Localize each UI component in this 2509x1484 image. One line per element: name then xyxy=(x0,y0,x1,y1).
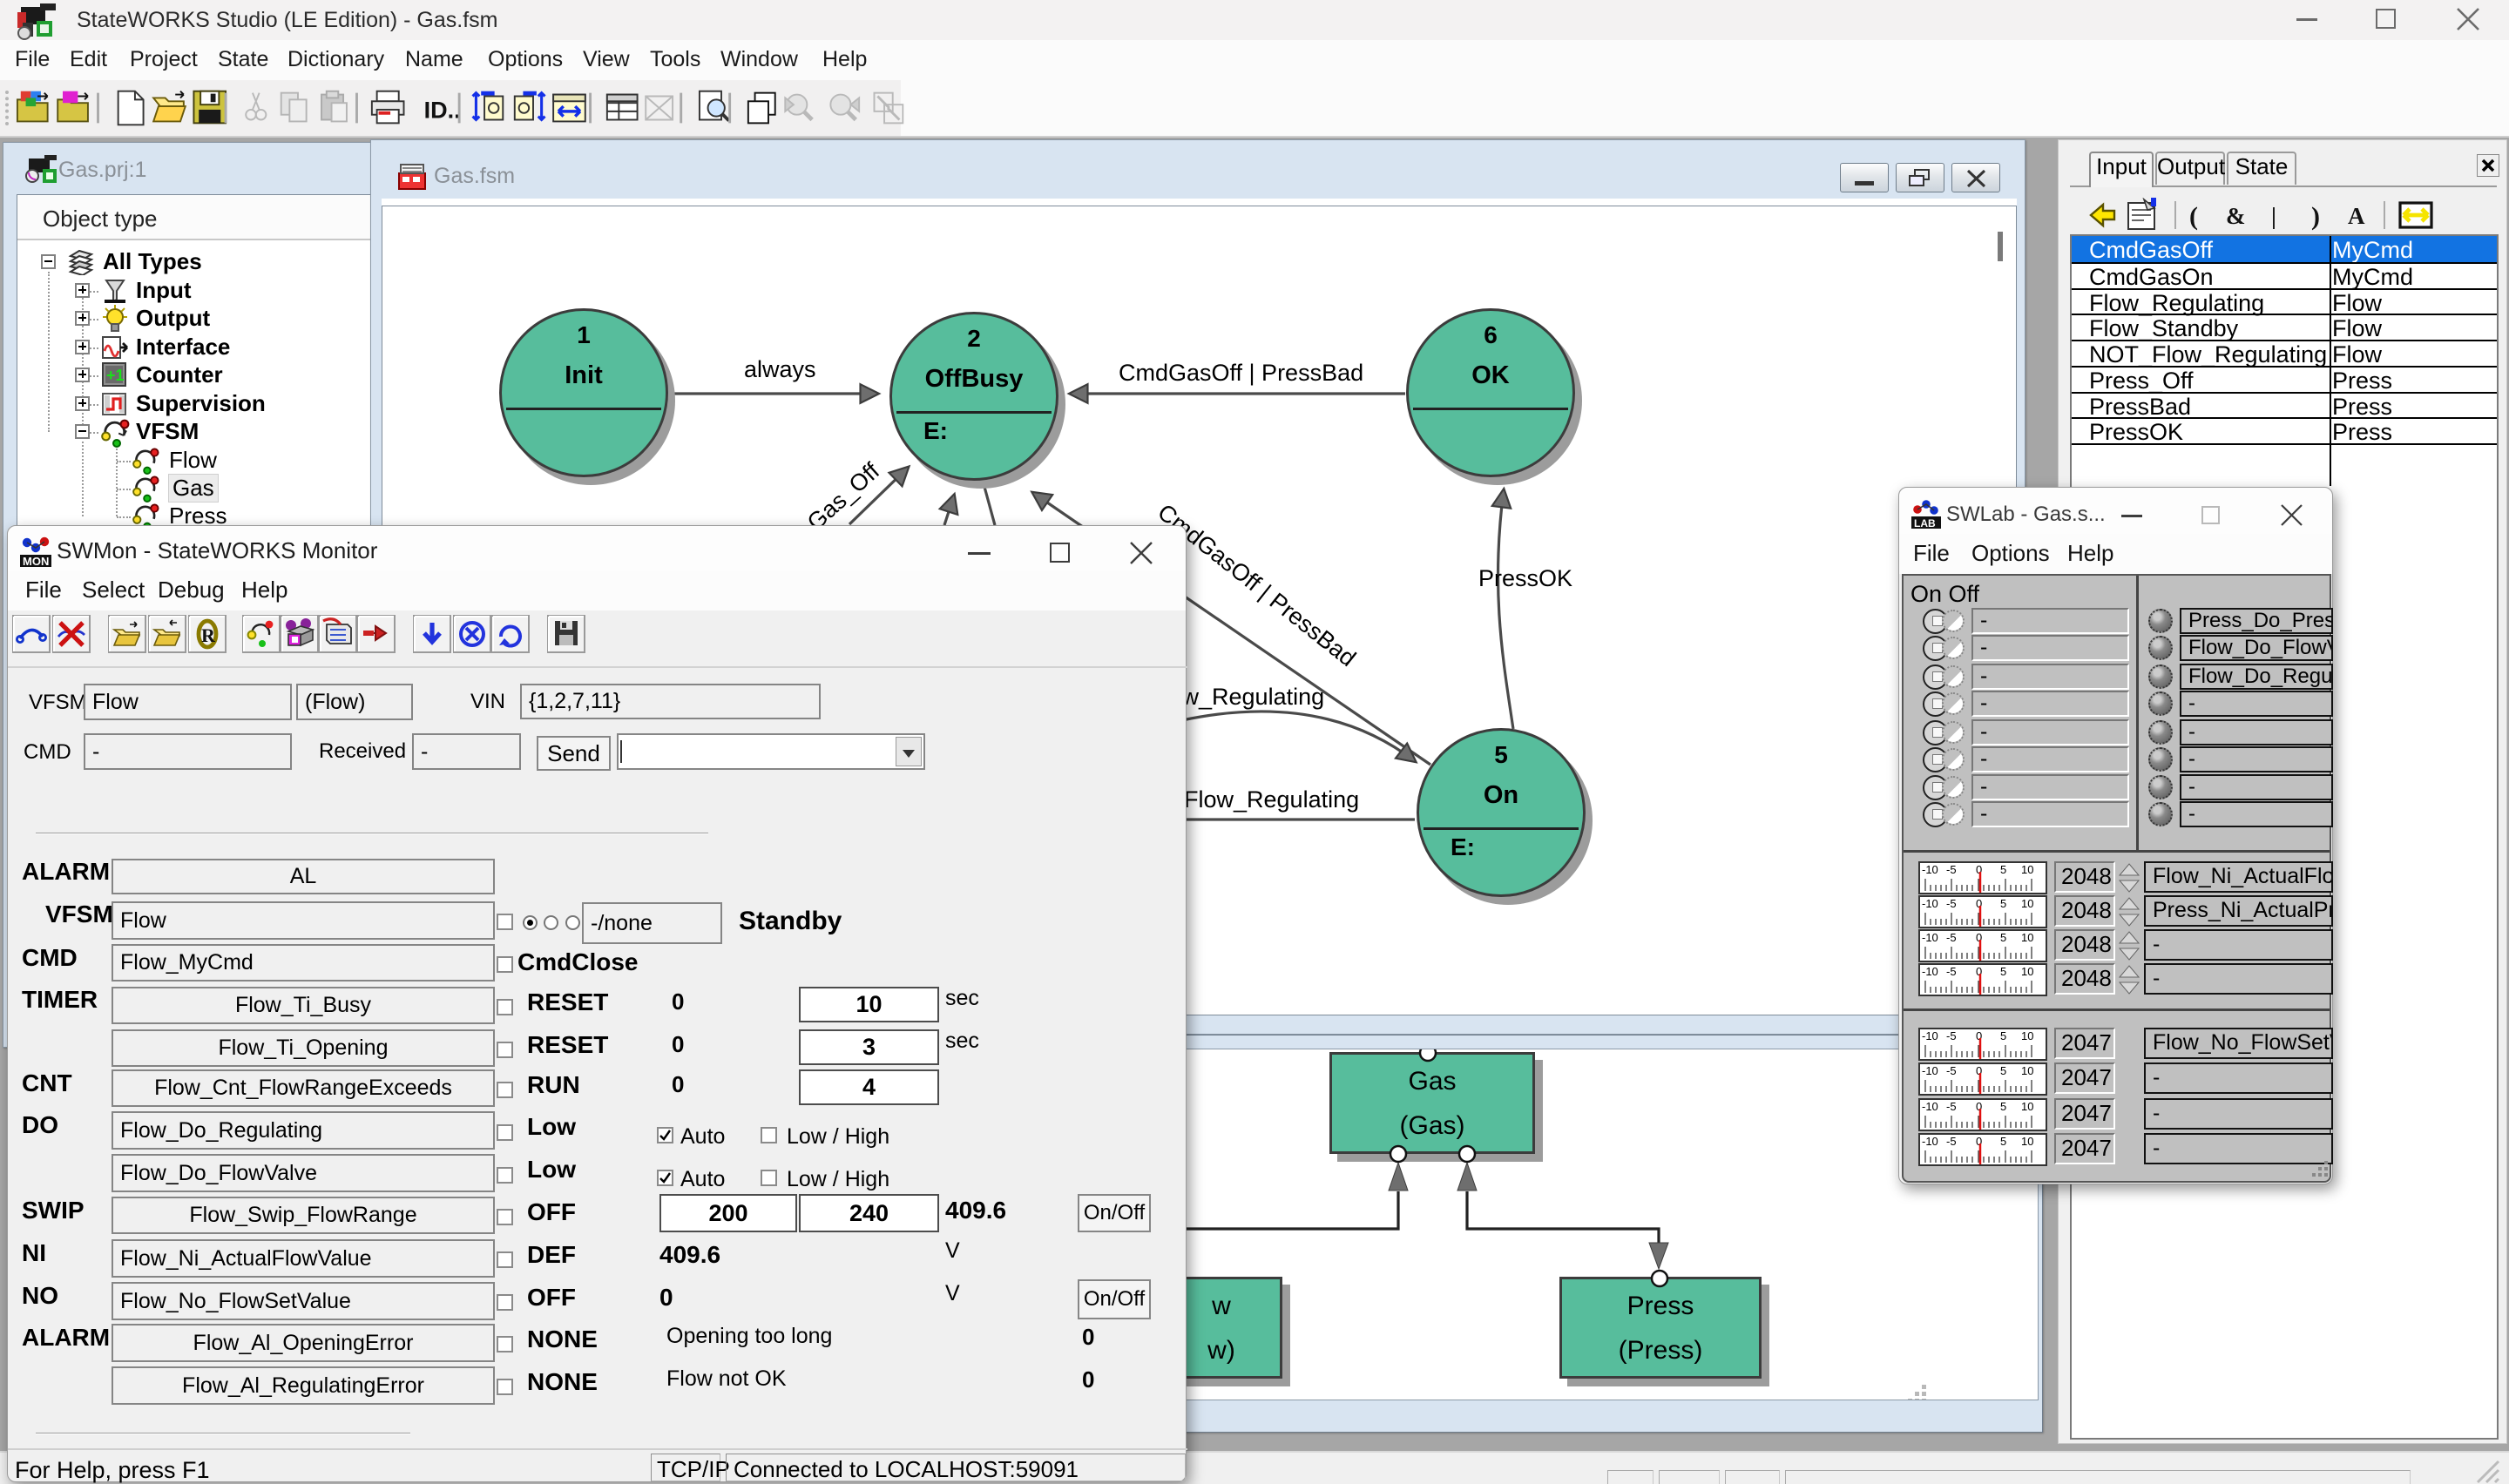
svg-text:-5: -5 xyxy=(1946,863,1957,876)
svg-text:5: 5 xyxy=(2000,931,2006,944)
svg-text:10: 10 xyxy=(2021,965,2033,978)
svg-text:Flow_Regulating: Flow_Regulating xyxy=(1184,786,1359,813)
svg-text:10: 10 xyxy=(2021,1029,2033,1042)
svg-text:|: | xyxy=(2271,203,2276,229)
svg-text:-5: -5 xyxy=(1946,897,1957,910)
svg-text:5: 5 xyxy=(2000,1064,2006,1077)
svg-text:5: 5 xyxy=(2000,1029,2006,1042)
svg-text:5: 5 xyxy=(2000,1135,2006,1148)
svg-text:-5: -5 xyxy=(1946,1135,1957,1148)
svg-text:5: 5 xyxy=(2000,965,2006,978)
svg-text:PressOK: PressOK xyxy=(1478,565,1572,591)
svg-text:-10: -10 xyxy=(1922,1064,1938,1077)
svg-text:-10: -10 xyxy=(1922,965,1938,978)
svg-text:-5: -5 xyxy=(1946,931,1957,944)
svg-text:-10: -10 xyxy=(1922,931,1938,944)
svg-text:10: 10 xyxy=(2021,1064,2033,1077)
svg-text:CmdGasOff | PressBad: CmdGasOff | PressBad xyxy=(1119,360,1363,386)
svg-text:-5: -5 xyxy=(1946,1029,1957,1042)
svg-text:-5: -5 xyxy=(1946,1100,1957,1113)
svg-text:-10: -10 xyxy=(1922,1029,1938,1042)
svg-text:5: 5 xyxy=(2000,863,2006,876)
svg-text:10: 10 xyxy=(2021,897,2033,910)
svg-text:&: & xyxy=(2226,203,2246,229)
svg-text:R: R xyxy=(201,624,216,646)
svg-text:Gas_Off: Gas_Off xyxy=(802,457,885,536)
svg-text:-5: -5 xyxy=(1946,1064,1957,1077)
svg-text:-5: -5 xyxy=(1946,965,1957,978)
svg-text:): ) xyxy=(2311,202,2320,231)
svg-text:10: 10 xyxy=(2021,931,2033,944)
svg-text:LAB: LAB xyxy=(1914,517,1936,529)
svg-text:10: 10 xyxy=(2021,1135,2033,1148)
svg-text:-10: -10 xyxy=(1922,897,1938,910)
svg-text:+1: +1 xyxy=(106,367,125,384)
svg-text:ID..: ID.. xyxy=(424,98,461,124)
svg-text:5: 5 xyxy=(2000,1100,2006,1113)
svg-text:A: A xyxy=(2348,203,2365,229)
svg-text:(: ( xyxy=(2189,202,2198,231)
svg-text:5: 5 xyxy=(2000,897,2006,910)
svg-text:-10: -10 xyxy=(1922,863,1938,876)
svg-text:10: 10 xyxy=(2021,863,2033,876)
svg-text:-10: -10 xyxy=(1922,1135,1938,1148)
svg-text:10: 10 xyxy=(2021,1100,2033,1113)
svg-text:always: always xyxy=(744,356,816,382)
svg-text:-10: -10 xyxy=(1922,1100,1938,1113)
svg-text:MON: MON xyxy=(23,555,49,567)
